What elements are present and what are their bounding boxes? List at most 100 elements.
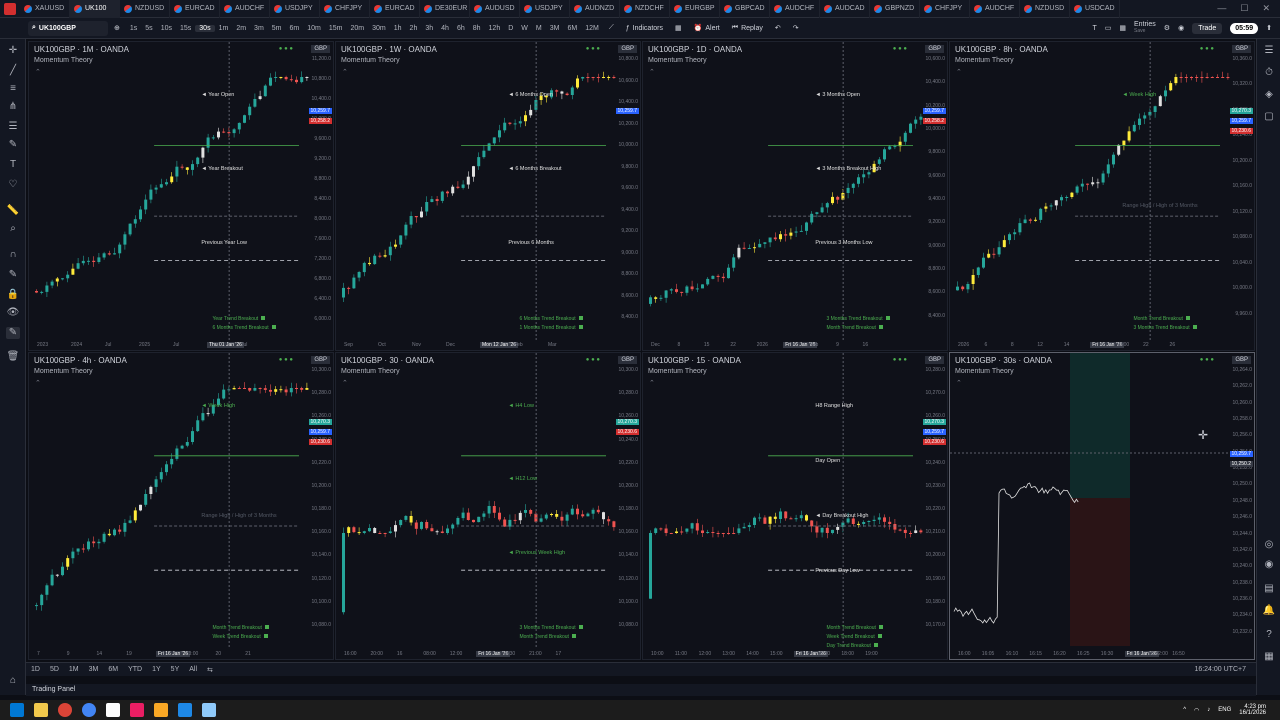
timeframe-M[interactable]: M bbox=[532, 25, 546, 32]
price-axis[interactable]: 10,800.0 10,600.0 10,400.0 10,200.0 10,000.0… bbox=[616, 56, 640, 336]
wifi-icon[interactable]: ◠ bbox=[1194, 707, 1199, 714]
time-axis[interactable]: 10:00 11:00 12:00 13:00 14:00 15:00 Fri 16 Jan… bbox=[643, 647, 923, 659]
trash-icon[interactable]: 🗑 bbox=[6, 351, 20, 363]
currency-badge[interactable]: GBP bbox=[925, 45, 944, 53]
time-axis[interactable]: 16:00 16:05 16:10 16:15 16:20 16:25 16:30 Fri 1… bbox=[950, 647, 1230, 659]
horizontal-lines-icon[interactable]: ≡ bbox=[6, 83, 20, 95]
timeframe-30m[interactable]: 30m bbox=[368, 25, 390, 32]
tab-4[interactable]: AUDCHF bbox=[220, 0, 270, 18]
timeframe-1h[interactable]: 1h bbox=[390, 25, 406, 32]
candles-canvas[interactable] bbox=[643, 353, 948, 660]
bell-icon[interactable]: 🔔 bbox=[1262, 605, 1276, 619]
clock-badge[interactable]: 05:59 bbox=[1230, 22, 1259, 34]
collapse-icon[interactable]: ⌃ bbox=[956, 379, 962, 387]
timeframe-5m[interactable]: 5m bbox=[268, 25, 286, 32]
range-All[interactable]: All bbox=[184, 666, 202, 673]
tab-19[interactable]: AUDCHF bbox=[970, 0, 1020, 18]
tab-6[interactable]: CHFJPY bbox=[320, 0, 370, 18]
timeframe-15m[interactable]: 15m bbox=[325, 25, 347, 32]
time-axis[interactable]: 2023 2024 Jul 2025 Jul Thu 01 Jan '26 Jul bbox=[29, 338, 309, 350]
time-axis[interactable]: 7 9 14 19 Fri 16 Jan '26 13:00 20 21 bbox=[29, 647, 309, 659]
trend-line-icon[interactable]: ╱ bbox=[6, 65, 20, 77]
brush-icon[interactable]: ✎ bbox=[6, 139, 20, 151]
entries-button[interactable]: Entries Save bbox=[1134, 21, 1156, 35]
chart-pane-2[interactable]: UK100GBP · 1D · OANDA Momentum Theory ⌃ GBP… bbox=[642, 41, 948, 351]
chart-pane-3[interactable]: UK100GBP · 8h · OANDA Momentum Theory ⌃ GBP… bbox=[949, 41, 1255, 351]
target-icon[interactable]: ◎ bbox=[1262, 539, 1276, 553]
tab-1[interactable]: UK100 bbox=[70, 0, 120, 18]
timeframe-8h[interactable]: 8h bbox=[469, 25, 485, 32]
range-6M[interactable]: 6M bbox=[103, 666, 123, 673]
price-axis[interactable]: 11,200.010,800.010,400.010,000.09,600.09… bbox=[309, 56, 333, 336]
price-axis[interactable]: 10,280.010,270.010,260.010,250.010,240.0… bbox=[923, 367, 947, 645]
tab-3[interactable]: EURCAD bbox=[170, 0, 220, 18]
symbol-search[interactable]: ⌕ UK100GBP bbox=[28, 20, 108, 36]
candles-canvas[interactable] bbox=[336, 353, 641, 660]
timeframe-6M[interactable]: 6M bbox=[563, 25, 581, 32]
tab-21[interactable]: USDCAD bbox=[1070, 0, 1120, 18]
ruler-icon[interactable]: 📏 bbox=[6, 205, 20, 217]
timeframe-3M[interactable]: 3M bbox=[546, 25, 564, 32]
chart-type-icon[interactable]: ⟋ bbox=[603, 24, 620, 32]
tab-0[interactable]: XAUUSD bbox=[20, 0, 70, 18]
range-3M[interactable]: 3M bbox=[84, 666, 104, 673]
tab-16[interactable]: AUDCAD bbox=[820, 0, 870, 18]
price-axis[interactable]: 10,300.010,280.010,260.010,240.010,220.0… bbox=[309, 367, 333, 645]
timeframe-D[interactable]: D bbox=[504, 25, 517, 32]
range-1M[interactable]: 1M bbox=[64, 666, 84, 673]
tray-chevron-icon[interactable]: ^ bbox=[1183, 707, 1186, 713]
chart-pane-6[interactable]: UK100GBP · 15 · OANDA Momentum Theory ⌃ GBP… bbox=[642, 352, 948, 660]
timezone-clock[interactable]: 16:24:00 UTC+7 bbox=[1194, 666, 1256, 673]
timeframe-1s[interactable]: 1s bbox=[126, 25, 141, 32]
timeframe-12M[interactable]: 12M bbox=[581, 25, 603, 32]
comment-icon[interactable]: ▭ bbox=[1105, 24, 1112, 32]
currency-badge[interactable]: GBP bbox=[925, 356, 944, 364]
minimize-icon[interactable]: — bbox=[1217, 3, 1226, 14]
timeframe-6h[interactable]: 6h bbox=[453, 25, 469, 32]
windows-start-icon[interactable] bbox=[10, 703, 24, 717]
collapse-icon[interactable]: ⌃ bbox=[35, 68, 41, 76]
pane-title[interactable]: UK100GBP · 30s · OANDA bbox=[955, 356, 1052, 365]
tab-9[interactable]: AUDUSD bbox=[470, 0, 520, 18]
goto-date-icon[interactable]: ⇆ bbox=[202, 666, 218, 674]
time-axis[interactable]: 16:00 20:00 16 08:00 12:00 Fri 16 Jan '26 16:3… bbox=[336, 647, 616, 659]
tab-11[interactable]: AUDNZD bbox=[570, 0, 620, 18]
tradingview-icon[interactable] bbox=[106, 703, 120, 717]
replay-button[interactable]: ⏮ Replay bbox=[726, 24, 769, 32]
candles-canvas[interactable] bbox=[950, 42, 1255, 351]
collapse-icon[interactable]: ⌃ bbox=[956, 68, 962, 76]
tab-15[interactable]: AUDCHF bbox=[770, 0, 820, 18]
heart-icon[interactable]: ♡ bbox=[6, 179, 20, 191]
price-axis[interactable]: 10,360.010,320.010,280.010,240.010,200.0… bbox=[1230, 56, 1254, 336]
trade-button[interactable]: Trade bbox=[1192, 22, 1223, 34]
range-YTD[interactable]: YTD bbox=[123, 666, 147, 673]
app-icon[interactable] bbox=[130, 703, 144, 717]
indicator-label[interactable]: Momentum Theory bbox=[648, 368, 707, 375]
text-tool-icon[interactable]: T bbox=[1092, 25, 1096, 32]
fib-icon[interactable]: ☰ bbox=[6, 121, 20, 133]
lock-icon[interactable]: 🔒 bbox=[6, 289, 20, 301]
price-axis[interactable]: 10,300.010,280.010,260.010,240.010,220.0… bbox=[616, 367, 640, 645]
redo-icon[interactable]: ↷ bbox=[787, 24, 805, 32]
help-icon[interactable]: ? bbox=[1262, 629, 1276, 643]
indicator-label[interactable]: Momentum Theory bbox=[34, 57, 93, 64]
indicator-label[interactable]: Momentum Theory bbox=[341, 57, 400, 64]
indicators-button[interactable]: ƒ Indicators bbox=[620, 25, 669, 32]
tab-7[interactable]: EURCAD bbox=[370, 0, 420, 18]
text-icon[interactable]: T bbox=[6, 159, 20, 171]
tab-8[interactable]: DE30EUR bbox=[420, 0, 470, 18]
pitchfork-icon[interactable]: ⋔ bbox=[6, 101, 20, 113]
timeframe-5s[interactable]: 5s bbox=[141, 25, 156, 32]
chart-pane-1[interactable]: UK100GBP · 1W · OANDA Momentum Theory ⌃ GBP… bbox=[335, 41, 641, 351]
currency-badge[interactable]: GBP bbox=[311, 356, 330, 364]
currency-badge[interactable]: GBP bbox=[1232, 356, 1251, 364]
tab-10[interactable]: USDJPY bbox=[520, 0, 570, 18]
indicator-label[interactable]: Momentum Theory bbox=[341, 368, 400, 375]
price-axis[interactable]: 10,264.0 10,262.0 10,260.0 10,258.0 10,256.0… bbox=[1230, 367, 1254, 645]
grid-icon[interactable]: ▦ bbox=[1119, 24, 1126, 32]
calendar-icon[interactable]: ▤ bbox=[1262, 583, 1276, 597]
timeframe-3m[interactable]: 3m bbox=[250, 25, 268, 32]
watchlist-icon[interactable]: ☰ bbox=[1262, 45, 1276, 59]
camera-icon[interactable]: ◉ bbox=[1178, 24, 1184, 32]
timeframe-4h[interactable]: 4h bbox=[437, 25, 453, 32]
